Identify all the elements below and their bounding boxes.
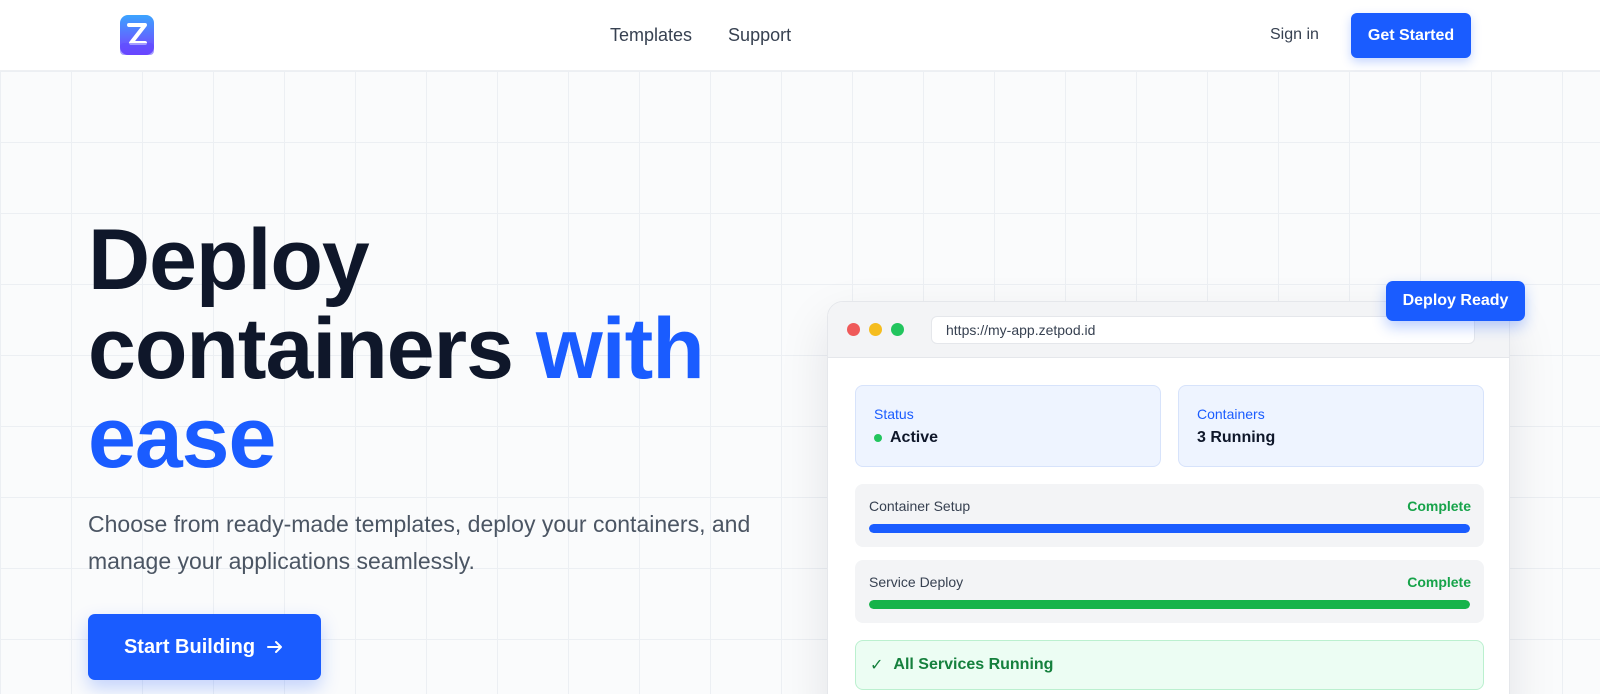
arrow-right-icon xyxy=(267,641,283,653)
progress-track xyxy=(869,524,1470,533)
deploy-ready-badge: Deploy Ready xyxy=(1386,281,1525,321)
main-nav: Templates Support xyxy=(610,24,791,46)
hero-title-line2: containers xyxy=(88,301,536,397)
progress-container-setup: Container Setup Complete xyxy=(855,484,1484,547)
window-minimize-dot-icon xyxy=(869,323,882,336)
containers-label: Containers xyxy=(1197,406,1265,422)
header: Templates Support Sign in Get Started xyxy=(0,0,1600,71)
progress-status: Complete xyxy=(1407,574,1471,590)
all-services-running-banner: ✓ All Services Running xyxy=(855,640,1484,690)
status-card: Status Active xyxy=(855,385,1161,467)
hero-title-accent-ease: ease xyxy=(88,390,276,486)
start-building-button[interactable]: Start Building xyxy=(88,614,321,680)
z-logo-icon[interactable] xyxy=(120,15,154,55)
status-value-row: Active xyxy=(874,429,938,447)
status-label: Status xyxy=(874,406,914,422)
nav-support[interactable]: Support xyxy=(728,24,791,46)
check-icon: ✓ xyxy=(870,657,884,674)
hero-title-accent-with: with xyxy=(535,301,705,397)
start-building-label: Start Building xyxy=(123,635,256,658)
hero-subtitle: Choose from ready-made templates, deploy… xyxy=(88,511,751,574)
progress-status: Complete xyxy=(1407,498,1471,514)
browser-preview-card: https://my-app.zetpod.id Status Active C… xyxy=(827,301,1510,694)
progress-service-deploy: Service Deploy Complete xyxy=(855,560,1484,623)
progress-track xyxy=(869,600,1470,609)
window-close-dot-icon xyxy=(847,323,860,336)
progress-label: Service Deploy xyxy=(869,574,964,590)
hero-title: Deploy containers with ease xyxy=(88,216,788,483)
sign-in-link[interactable]: Sign in xyxy=(1270,25,1319,45)
containers-value: 3 Running xyxy=(1197,429,1276,446)
status-dot-icon xyxy=(874,434,882,442)
running-text: All Services Running xyxy=(893,656,1054,673)
get-started-button[interactable]: Get Started xyxy=(1351,13,1471,58)
progress-fill xyxy=(869,600,1470,609)
status-value: Active xyxy=(890,429,939,446)
containers-card: Containers 3 Running xyxy=(1178,385,1484,467)
progress-label: Container Setup xyxy=(869,498,971,514)
nav-templates[interactable]: Templates xyxy=(610,24,692,46)
hero-title-line1: Deploy xyxy=(88,212,370,308)
progress-fill xyxy=(869,524,1470,533)
window-maximize-dot-icon xyxy=(891,323,904,336)
